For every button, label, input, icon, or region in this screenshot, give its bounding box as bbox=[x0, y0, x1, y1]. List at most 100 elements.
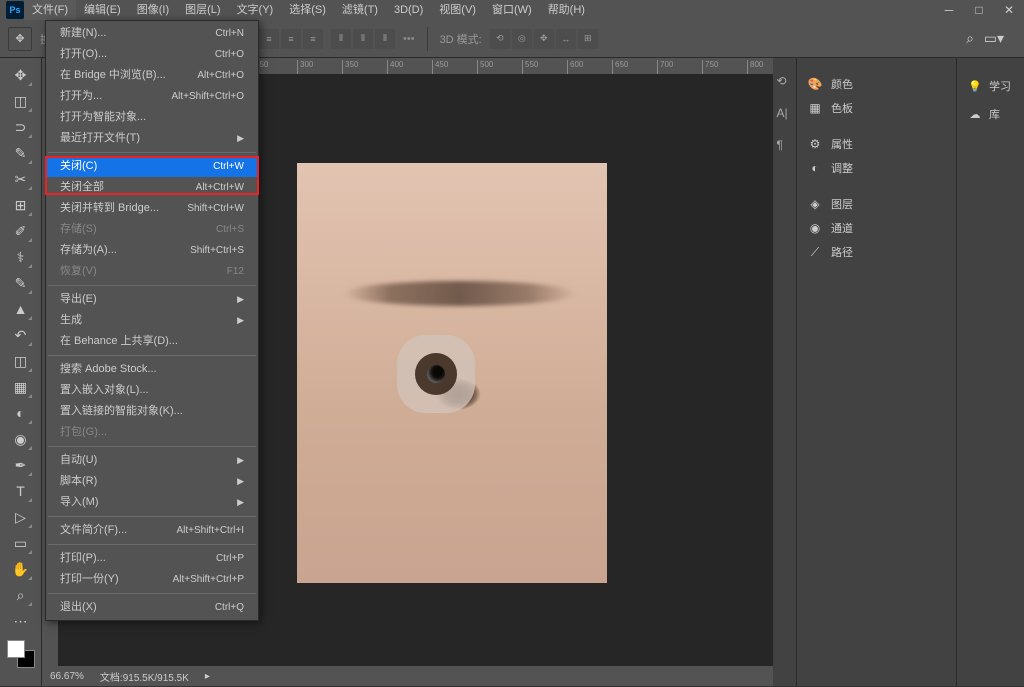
color-swatch[interactable] bbox=[7, 640, 35, 668]
menu-open[interactable]: 打开(O)...Ctrl+O bbox=[46, 44, 258, 65]
document-info[interactable]: 文档:915.5K/915.5K bbox=[100, 669, 189, 684]
menu-select[interactable]: 选择(S) bbox=[281, 0, 334, 20]
menu-generate[interactable]: 生成▶ bbox=[46, 310, 258, 331]
history-icon[interactable]: ⟲ bbox=[777, 74, 793, 90]
distribute-top-icon[interactable]: ≡ bbox=[259, 29, 279, 49]
frame-tool[interactable]: ⊞ bbox=[9, 193, 33, 217]
marquee-tool[interactable]: ◫ bbox=[9, 89, 33, 113]
maximize-button[interactable]: □ bbox=[964, 0, 994, 20]
menu-3d[interactable]: 3D(D) bbox=[386, 0, 431, 20]
properties-panel-tab[interactable]: ⚙属性 bbox=[797, 132, 956, 156]
menu-view[interactable]: 视图(V) bbox=[431, 0, 484, 20]
lasso-tool[interactable]: ⊃ bbox=[9, 115, 33, 139]
paragraph-icon[interactable]: ¶ bbox=[777, 138, 793, 154]
library-panel-tab[interactable]: ☁库 bbox=[957, 100, 1024, 128]
document-canvas[interactable] bbox=[297, 163, 607, 583]
menu-recent[interactable]: 最近打开文件(T)▶ bbox=[46, 128, 258, 149]
menu-export[interactable]: 导出(E)▶ bbox=[46, 289, 258, 310]
menu-print[interactable]: 打印(P)...Ctrl+P bbox=[46, 548, 258, 569]
menu-new[interactable]: 新建(N)...Ctrl+N bbox=[46, 23, 258, 44]
menu-close[interactable]: 关闭(C)Ctrl+W bbox=[46, 156, 258, 177]
distribute-right-icon[interactable]: ⦀ bbox=[375, 29, 395, 49]
close-button[interactable]: ✕ bbox=[994, 0, 1024, 20]
3d-orbit-icon[interactable]: ⟲ bbox=[490, 29, 510, 49]
menu-open-as[interactable]: 打开为...Alt+Shift+Ctrl+O bbox=[46, 86, 258, 107]
menu-edit[interactable]: 编辑(E) bbox=[76, 0, 129, 20]
menu-place-embed[interactable]: 置入嵌入对象(L)... bbox=[46, 380, 258, 401]
adjustments-panel-tab[interactable]: ◐调整 bbox=[797, 156, 956, 180]
eraser-tool[interactable]: ◫ bbox=[9, 349, 33, 373]
menu-image[interactable]: 图像(I) bbox=[129, 0, 177, 20]
character-icon[interactable]: A| bbox=[777, 106, 793, 122]
menu-save[interactable]: 存储(S)Ctrl+S bbox=[46, 219, 258, 240]
history-brush-tool[interactable]: ↶ bbox=[9, 323, 33, 347]
gradient-tool[interactable]: ▦ bbox=[9, 375, 33, 399]
zoom-tool[interactable]: ⌕ bbox=[9, 583, 33, 607]
menu-package[interactable]: 打包(G)... bbox=[46, 422, 258, 443]
zoom-level[interactable]: 66.67% bbox=[50, 671, 84, 682]
3d-mode-label: 3D 模式: bbox=[440, 31, 482, 47]
3d-slide-icon[interactable]: ↔ bbox=[556, 29, 576, 49]
menu-exit[interactable]: 退出(X)Ctrl+Q bbox=[46, 597, 258, 618]
distribute-left-icon[interactable]: ⦀ bbox=[331, 29, 351, 49]
crop-tool[interactable]: ✂ bbox=[9, 167, 33, 191]
path-select-tool[interactable]: ▷ bbox=[9, 505, 33, 529]
distribute-h-icon[interactable]: ⦀ bbox=[353, 29, 373, 49]
3d-zoom-icon[interactable]: ⊞ bbox=[578, 29, 598, 49]
swatches-panel-tab[interactable]: ▦色板 bbox=[797, 96, 956, 120]
color-panel-tab[interactable]: 🎨颜色 bbox=[797, 72, 956, 96]
stamp-tool[interactable]: ▲ bbox=[9, 297, 33, 321]
foreground-color[interactable] bbox=[7, 640, 25, 658]
distribute-bottom-icon[interactable]: ≡ bbox=[303, 29, 323, 49]
menu-behance[interactable]: 在 Behance 上共享(D)... bbox=[46, 331, 258, 352]
3d-roll-icon[interactable]: ◎ bbox=[512, 29, 532, 49]
menu-print-copy[interactable]: 打印一份(Y)Alt+Shift+Ctrl+P bbox=[46, 569, 258, 590]
channels-panel-tab[interactable]: ◉通道 bbox=[797, 216, 956, 240]
paths-panel-tab[interactable]: ⟋路径 bbox=[797, 240, 956, 264]
3d-pan-icon[interactable]: ✥ bbox=[534, 29, 554, 49]
shape-tool[interactable]: ▭ bbox=[9, 531, 33, 555]
status-arrow-icon[interactable]: ▸ bbox=[205, 671, 210, 682]
menu-type[interactable]: 文字(Y) bbox=[229, 0, 282, 20]
type-tool[interactable]: T bbox=[9, 479, 33, 503]
menu-close-all[interactable]: 关闭全部Alt+Ctrl+W bbox=[46, 177, 258, 198]
menu-revert[interactable]: 恢复(V)F12 bbox=[46, 261, 258, 282]
menu-search-stock[interactable]: 搜索 Adobe Stock... bbox=[46, 359, 258, 380]
menu-browse-bridge[interactable]: 在 Bridge 中浏览(B)...Alt+Ctrl+O bbox=[46, 65, 258, 86]
hand-tool[interactable]: ✋ bbox=[9, 557, 33, 581]
workspace-icon[interactable]: ▭▾ bbox=[984, 30, 1004, 47]
move-tool[interactable]: ✥ bbox=[9, 63, 33, 87]
menu-open-smart[interactable]: 打开为智能对象... bbox=[46, 107, 258, 128]
menu-help[interactable]: 帮助(H) bbox=[540, 0, 593, 20]
dodge-tool[interactable]: ◉ bbox=[9, 427, 33, 451]
ruler-tick: 350 bbox=[342, 60, 358, 74]
adjustments-icon: ◐ bbox=[807, 160, 823, 176]
menu-import[interactable]: 导入(M)▶ bbox=[46, 492, 258, 513]
search-icon[interactable]: ⌕ bbox=[966, 30, 974, 47]
eyedropper-tool[interactable]: ✐ bbox=[9, 219, 33, 243]
minimize-button[interactable]: ─ bbox=[934, 0, 964, 20]
menu-scripts[interactable]: 脚本(R)▶ bbox=[46, 471, 258, 492]
right-panels: ⟲ A| ¶ 🎨颜色 ▦色板 ⚙属性 ◐调整 ◈图层 ◉通道 ⟋路径 bbox=[773, 58, 956, 686]
blur-tool[interactable]: ◐ bbox=[9, 401, 33, 425]
pen-tool[interactable]: ✒ bbox=[9, 453, 33, 477]
menu-place-linked[interactable]: 置入链接的智能对象(K)... bbox=[46, 401, 258, 422]
menu-automate[interactable]: 自动(U)▶ bbox=[46, 450, 258, 471]
menu-layer[interactable]: 图层(L) bbox=[177, 0, 228, 20]
edit-toolbar[interactable]: ⋯ bbox=[9, 609, 33, 633]
menu-save-as[interactable]: 存储为(A)...Shift+Ctrl+S bbox=[46, 240, 258, 261]
more-options-icon[interactable]: ••• bbox=[403, 33, 415, 45]
move-tool-icon[interactable]: ✥ bbox=[8, 27, 32, 51]
learn-panel-tab[interactable]: 💡学习 bbox=[957, 72, 1024, 100]
quick-select-tool[interactable]: ✎ bbox=[9, 141, 33, 165]
distribute-v-icon[interactable]: ≡ bbox=[281, 29, 301, 49]
menu-close-bridge[interactable]: 关闭并转到 Bridge...Shift+Ctrl+W bbox=[46, 198, 258, 219]
menu-file-info[interactable]: 文件简介(F)...Alt+Shift+Ctrl+I bbox=[46, 520, 258, 541]
menu-file[interactable]: 文件(F) bbox=[24, 0, 76, 20]
layers-panel-tab[interactable]: ◈图层 bbox=[797, 192, 956, 216]
healing-tool[interactable]: ⚕ bbox=[9, 245, 33, 269]
menu-filter[interactable]: 滤镜(T) bbox=[334, 0, 386, 20]
menu-window[interactable]: 窗口(W) bbox=[484, 0, 540, 20]
toolbar: ✥ ◫ ⊃ ✎ ✂ ⊞ ✐ ⚕ ✎ ▲ ↶ ◫ ▦ ◐ ◉ ✒ T ▷ ▭ ✋ … bbox=[0, 58, 42, 686]
brush-tool[interactable]: ✎ bbox=[9, 271, 33, 295]
